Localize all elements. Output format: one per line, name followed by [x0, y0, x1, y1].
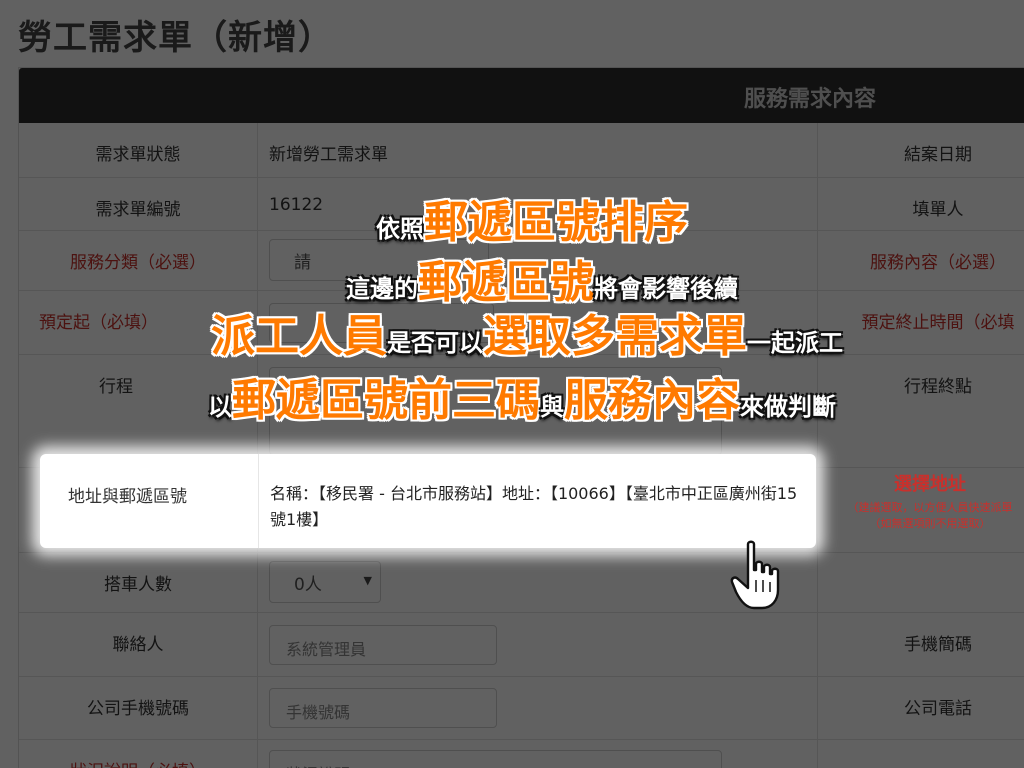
address-label: 地址與郵遞區號 [68, 487, 187, 507]
hand-pointer-icon [730, 540, 780, 610]
caption-text: 是否可以 [387, 329, 483, 357]
caption-text: 這邊的 [346, 275, 418, 303]
caption-text: 以 [208, 393, 232, 421]
caption-emphasis: 郵遞區號前三碼 [232, 375, 540, 426]
select-address-hint-2: （如無選項則不用選取） [869, 517, 991, 530]
select-address-hint-1: （建議選取，以方便人員快速派單 [847, 501, 1013, 514]
caption-emphasis: 派工人員 [211, 311, 387, 362]
caption-emphasis: 郵遞區號排序 [424, 197, 688, 248]
passengers-select-value: 0人 [294, 575, 322, 595]
row-contact: 聯絡人 系統管理員 手機簡碼 [19, 613, 1024, 677]
select-address-link[interactable]: 選擇地址 （建議選取，以方便人員快速派單 （如無選項則不用選取） [830, 470, 1024, 532]
panel-header: 服務需求內容 [19, 68, 1024, 123]
caption-text: 來做判斷 [740, 393, 836, 421]
contact-cell: 系統管理員 [258, 613, 818, 676]
address-divider [258, 454, 259, 548]
company-phone-label: 公司電話 [904, 699, 972, 719]
passengers-label: 搭車人數 [19, 553, 258, 612]
caption-emphasis: 服務內容 [564, 375, 740, 426]
caption-text: 一起派工 [747, 329, 843, 357]
company-mobile-label: 公司手機號碼 [19, 677, 258, 739]
status-label: 需求單狀態 [19, 123, 258, 177]
company-mobile-input[interactable]: 手機號碼 [269, 688, 497, 728]
status-note-input[interactable]: 狀況說明 [269, 750, 722, 768]
address-highlight: 地址與郵遞區號 名稱：【移民署 - 台北市服務站】地址：【10066】【臺北市中… [40, 454, 816, 548]
panel-header-title: 服務需求內容 [744, 87, 877, 112]
row-company-phone: 公司手機號碼 手機號碼 公司電話 [19, 677, 1024, 740]
mobile-short-label: 手機簡碼 [904, 635, 972, 655]
caption-line-4: 以郵遞區號前三碼與服務內容來做判斷 [0, 364, 1024, 428]
caption-text: 將會影響後續 [594, 275, 738, 303]
close-date-label: 結案日期 [904, 145, 972, 165]
company-mobile-cell: 手機號碼 [258, 677, 818, 739]
caption-line-1: 依照郵遞區號排序 [0, 186, 1024, 250]
page-title: 勞工需求單（新增） [18, 18, 333, 58]
caption-line-3: 派工人員是否可以選取多需求單一起派工 [0, 300, 1024, 364]
row-status-note: 狀況說明（必填） 狀況說明 [19, 740, 1024, 768]
status-note-label: 狀況說明（必填） [19, 740, 258, 768]
chevron-down-icon: ▼ [363, 574, 372, 587]
status-value: 新增勞工需求單 [258, 123, 818, 177]
caption-emphasis: 選取多需求單 [483, 311, 747, 362]
select-address-label: 選擇地址 [894, 474, 966, 495]
row-status: 需求單狀態 新增勞工需求單 結案日期 [19, 123, 1024, 178]
caption-text: 依照 [376, 215, 424, 243]
contact-label: 聯絡人 [19, 613, 258, 676]
status-note-cell: 狀況說明 [258, 740, 818, 768]
contact-input[interactable]: 系統管理員 [269, 625, 497, 665]
passengers-select[interactable]: 0人 ▼ [269, 561, 381, 603]
caption-text: 與 [540, 393, 564, 421]
address-value: 名稱：【移民署 - 台北市服務站】地址：【10066】【臺北市中正區廣州街15號… [270, 484, 798, 529]
row-passengers: 搭車人數 0人 ▼ [19, 553, 1024, 613]
